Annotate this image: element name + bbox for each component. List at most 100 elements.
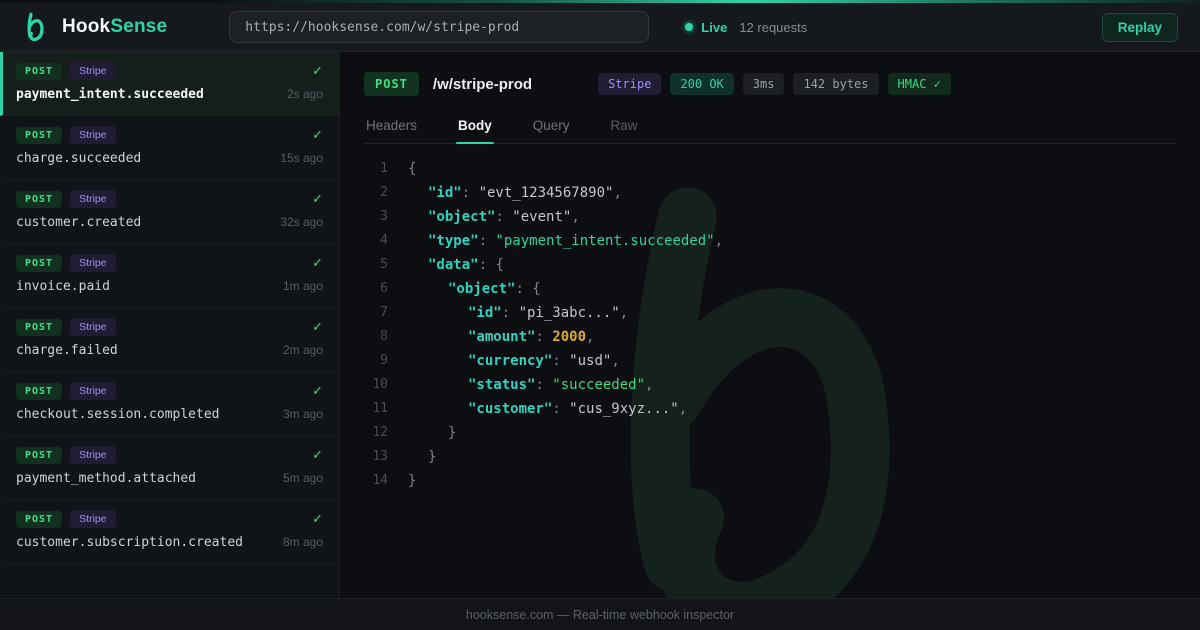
code-token: "cus_9xyz...": [569, 401, 679, 417]
source-badge: Stripe: [70, 126, 115, 144]
code-line: 3"object": "event",: [364, 205, 1176, 229]
code-token: ,: [571, 209, 579, 225]
webhook-list-item[interactable]: POSTStripe✓customer.subscription.created…: [0, 500, 339, 564]
code-line: 1{: [364, 157, 1176, 181]
line-number: 12: [364, 421, 388, 445]
code-line: 4 "type": "payment_intent.succeeded",: [364, 229, 1176, 253]
line-number: 6: [364, 277, 388, 301]
code-token: {: [532, 281, 540, 297]
webhook-item-main: customer.subscription.created8m ago: [16, 535, 323, 550]
live-status: Live 12 requests: [685, 20, 807, 35]
line-content: "id": "pi_3abc...",: [408, 301, 628, 325]
line-number: 4: [364, 229, 388, 253]
success-check-icon: ✓: [312, 191, 323, 207]
code-line: 10"status": "succeeded",: [364, 373, 1176, 397]
code-line: 8"amount": 2000,: [364, 325, 1176, 349]
code-line: 13}: [364, 445, 1176, 469]
event-time: 3m ago: [283, 407, 323, 421]
code-token: "type": [428, 233, 479, 249]
webhook-item-badges: POSTStripe✓: [16, 510, 323, 528]
request-detail-panel: POST /w/stripe-prod Stripe200 OK3ms142 b…: [340, 52, 1200, 598]
code-token: "event": [512, 209, 571, 225]
webhook-list-item[interactable]: POSTStripe✓charge.succeeded15s ago: [0, 116, 339, 180]
tab-headers[interactable]: Headers: [364, 112, 419, 143]
webhook-list-item[interactable]: POSTStripe✓customer.created32s ago: [0, 180, 339, 244]
code-token: :: [479, 233, 496, 249]
tab-body[interactable]: Body: [456, 112, 494, 143]
brand-wordmark: HookSense: [62, 16, 167, 38]
method-badge: POST: [16, 383, 62, 400]
replay-button[interactable]: Replay: [1102, 13, 1178, 42]
code-line: 9"currency": "usd",: [364, 349, 1176, 373]
line-number: 8: [364, 325, 388, 349]
top-bar: HookSense Live 12 requests Replay: [0, 3, 1200, 52]
method-badge: POST: [16, 127, 62, 144]
tab-raw[interactable]: Raw: [609, 112, 640, 143]
webhook-item-main: invoice.paid 1m ago: [16, 279, 323, 294]
code-token: :: [515, 281, 532, 297]
live-label: Live: [701, 20, 727, 35]
line-content: {: [408, 157, 416, 181]
code-token: :: [502, 305, 519, 321]
neutral-badge: 3ms: [743, 73, 785, 95]
event-name: invoice.paid: [16, 279, 110, 294]
app-window: HookSense Live 12 requests Replay POSTSt…: [0, 0, 1200, 630]
line-number: 10: [364, 373, 388, 397]
hook-logo-icon: [22, 12, 52, 42]
code-token: "customer": [468, 401, 552, 417]
code-token: ,: [613, 185, 621, 201]
webhook-list-item[interactable]: POSTStripe✓invoice.paid1m ago: [0, 244, 339, 308]
line-number: 5: [364, 253, 388, 277]
event-time: 2m ago: [283, 343, 323, 357]
body-json-viewer: 1{2"id": "evt_1234567890",3"object": "ev…: [364, 157, 1176, 493]
event-time: 15s ago: [280, 151, 323, 165]
webhook-url-input[interactable]: [229, 11, 649, 43]
line-content: "data": {: [408, 253, 504, 277]
success-badge: 200 OK: [670, 73, 733, 95]
webhook-item-main: payment_method.attached5m ago: [16, 471, 323, 486]
code-token: :: [552, 353, 569, 369]
line-number: 1: [364, 157, 388, 181]
source-badge: Stripe: [70, 62, 115, 80]
request-summary-row: POST /w/stripe-prod Stripe200 OK3ms142 b…: [364, 72, 1176, 96]
webhook-list-item[interactable]: POSTStripe✓checkout.session.completed3m …: [0, 372, 339, 436]
line-number: 11: [364, 397, 388, 421]
line-content: "customer": "cus_9xyz...",: [408, 397, 687, 421]
webhook-item-badges: POSTStripe✓: [16, 126, 323, 144]
line-content: "id": "evt_1234567890",: [408, 181, 622, 205]
source-badge: Stripe: [70, 510, 115, 528]
webhook-item-badges: POSTStripe✓: [16, 62, 323, 80]
code-token: :: [462, 185, 479, 201]
source-badge: Stripe: [70, 446, 115, 464]
code-token: "id": [468, 305, 502, 321]
method-badge: POST: [16, 63, 62, 80]
code-line: 12}: [364, 421, 1176, 445]
footer: hooksense.com — Real-time webhook inspec…: [0, 598, 1200, 630]
source-badge: Stripe: [70, 190, 115, 208]
event-time: 5m ago: [283, 471, 323, 485]
code-token: "status": [468, 377, 535, 393]
tab-query[interactable]: Query: [531, 112, 572, 143]
webhook-list-item[interactable]: POSTStripe✓charge.failed2m ago: [0, 308, 339, 372]
code-token: }: [448, 425, 456, 441]
source-badge: Stripe: [70, 254, 115, 272]
method-badge: POST: [364, 72, 419, 96]
code-token: :: [535, 329, 552, 345]
code-token: "currency": [468, 353, 552, 369]
line-number: 3: [364, 205, 388, 229]
webhook-item-badges: POSTStripe✓: [16, 254, 323, 272]
method-badge: POST: [16, 511, 62, 528]
line-content: "type": "payment_intent.succeeded",: [408, 229, 723, 253]
brand-logo[interactable]: HookSense: [22, 12, 167, 42]
webhook-item-badges: POSTStripe✓: [16, 382, 323, 400]
success-check-icon: ✓: [312, 255, 323, 271]
neutral-badge: 142 bytes: [793, 73, 878, 95]
webhook-list-item[interactable]: POSTStripe✓payment_intent.succeeded2s ag…: [0, 52, 339, 116]
line-number: 14: [364, 469, 388, 493]
success-check-icon: ✓: [312, 447, 323, 463]
event-time: 1m ago: [283, 279, 323, 293]
webhook-list-item[interactable]: POSTStripe✓payment_method.attached5m ago: [0, 436, 339, 500]
code-token: ,: [645, 377, 653, 393]
success-check-icon: ✓: [312, 319, 323, 335]
code-line: 6"object": {: [364, 277, 1176, 301]
